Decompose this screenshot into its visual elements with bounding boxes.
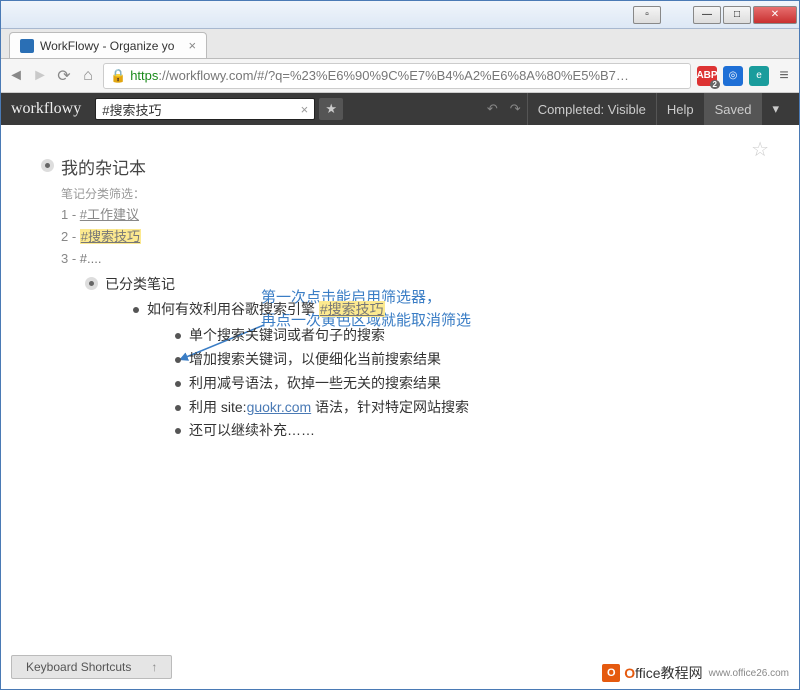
undo-icon[interactable]: ↶ bbox=[481, 101, 504, 117]
tab-workflowy[interactable]: WorkFlowy - Organize yo × bbox=[9, 32, 207, 58]
saved-indicator: Saved bbox=[704, 93, 762, 125]
list-item[interactable]: 利用 site:guokr.com 语法，针对特定网站搜索 bbox=[189, 399, 469, 415]
list-item[interactable]: 利用减号语法，砍掉一些无关的搜索结果 bbox=[189, 375, 441, 391]
win-icon-button[interactable]: ▫ bbox=[633, 6, 661, 24]
keyboard-shortcuts-button[interactable]: Keyboard Shortcuts ↑ bbox=[11, 655, 172, 679]
tag-search-hl[interactable]: #搜索技巧 bbox=[80, 229, 141, 244]
url-input[interactable]: 🔒 https ://workflowy.com/#/?q=%23%E6%90%… bbox=[103, 63, 691, 89]
root-title[interactable]: 我的杂记本 bbox=[61, 155, 779, 184]
clear-search-icon[interactable]: × bbox=[301, 102, 309, 117]
section-title[interactable]: 已分类笔记 bbox=[105, 273, 779, 297]
star-button[interactable]: ★ bbox=[319, 98, 343, 120]
back-button[interactable]: ◄ bbox=[7, 67, 25, 85]
bullet-icon[interactable] bbox=[175, 381, 181, 387]
reload-button[interactable]: ⟳ bbox=[55, 67, 73, 85]
abp-icon[interactable]: ABP2 bbox=[697, 66, 717, 86]
root-subtitle: 笔记分类筛选： bbox=[61, 184, 779, 204]
extension-icon-2[interactable]: e bbox=[749, 66, 769, 86]
titlebar: ▫ — □ ✕ bbox=[1, 1, 799, 29]
bullet-icon[interactable] bbox=[41, 159, 54, 172]
watermark: O Office教程网 www.office26.com bbox=[602, 663, 789, 683]
tag-work[interactable]: #工作建议 bbox=[80, 207, 139, 222]
content-area: ☆ 第一次点击能启用筛选器， 再点一次黄色区域就能取消筛选 我的杂记本 笔记分类… bbox=[1, 125, 799, 655]
workflowy-logo[interactable]: workflowy bbox=[11, 100, 81, 118]
menu-button[interactable]: ≡ bbox=[775, 67, 793, 85]
bullet-icon[interactable] bbox=[85, 277, 98, 290]
tag-more: #.... bbox=[80, 251, 102, 266]
bullet-icon[interactable] bbox=[133, 307, 139, 313]
tag-search-hl-2[interactable]: #搜索技巧 bbox=[319, 301, 385, 317]
list-item[interactable]: 还可以继续补充…… bbox=[189, 422, 315, 438]
forward-button[interactable]: ► bbox=[31, 67, 49, 85]
bullet-icon[interactable] bbox=[175, 428, 181, 434]
guokr-link[interactable]: guokr.com bbox=[247, 399, 312, 415]
maximize-button[interactable]: □ bbox=[723, 6, 751, 24]
home-button[interactable]: ⌂ bbox=[79, 67, 97, 85]
search-value: #搜索技巧 bbox=[102, 100, 161, 119]
close-tab-icon[interactable]: × bbox=[188, 38, 196, 53]
favicon-icon bbox=[20, 39, 34, 53]
chevron-up-icon: ↑ bbox=[151, 660, 157, 674]
list-item[interactable]: 单个搜索关键词或者句子的搜索 bbox=[189, 327, 385, 343]
redo-icon[interactable]: ↷ bbox=[504, 101, 527, 117]
bullet-icon[interactable] bbox=[175, 405, 181, 411]
outline-root: 我的杂记本 笔记分类筛选： 1 - #工作建议 2 - #搜索技巧 3 - #.… bbox=[41, 155, 779, 443]
url-scheme: https bbox=[130, 68, 158, 83]
address-bar: ◄ ► ⟳ ⌂ 🔒 https ://workflowy.com/#/?q=%2… bbox=[1, 59, 799, 93]
item-title[interactable]: 如何有效利用谷歌搜索引擎 bbox=[147, 301, 319, 317]
bullet-icon[interactable] bbox=[175, 357, 181, 363]
completed-toggle[interactable]: Completed: Visible bbox=[527, 93, 656, 125]
help-button[interactable]: Help bbox=[656, 93, 704, 125]
list-item[interactable]: 增加搜索关键词，以便细化当前搜索结果 bbox=[189, 351, 441, 367]
tab-bar: WorkFlowy - Organize yo × bbox=[1, 29, 799, 59]
search-input[interactable]: #搜索技巧 × bbox=[95, 98, 315, 120]
minimize-button[interactable]: — bbox=[693, 6, 721, 24]
bullet-icon[interactable] bbox=[175, 333, 181, 339]
office-logo-icon: O bbox=[602, 664, 620, 682]
tab-title: WorkFlowy - Organize yo bbox=[40, 39, 174, 53]
close-button[interactable]: ✕ bbox=[753, 6, 797, 24]
dropdown-button[interactable]: ▾ bbox=[761, 93, 789, 125]
app-toolbar: workflowy #搜索技巧 × ★ ↶ ↷ Completed: Visib… bbox=[1, 93, 799, 125]
window: ▫ — □ ✕ WorkFlowy - Organize yo × ◄ ► ⟳ … bbox=[0, 0, 800, 690]
lock-icon: 🔒 bbox=[110, 68, 126, 84]
extension-icon-1[interactable]: ◎ bbox=[723, 66, 743, 86]
